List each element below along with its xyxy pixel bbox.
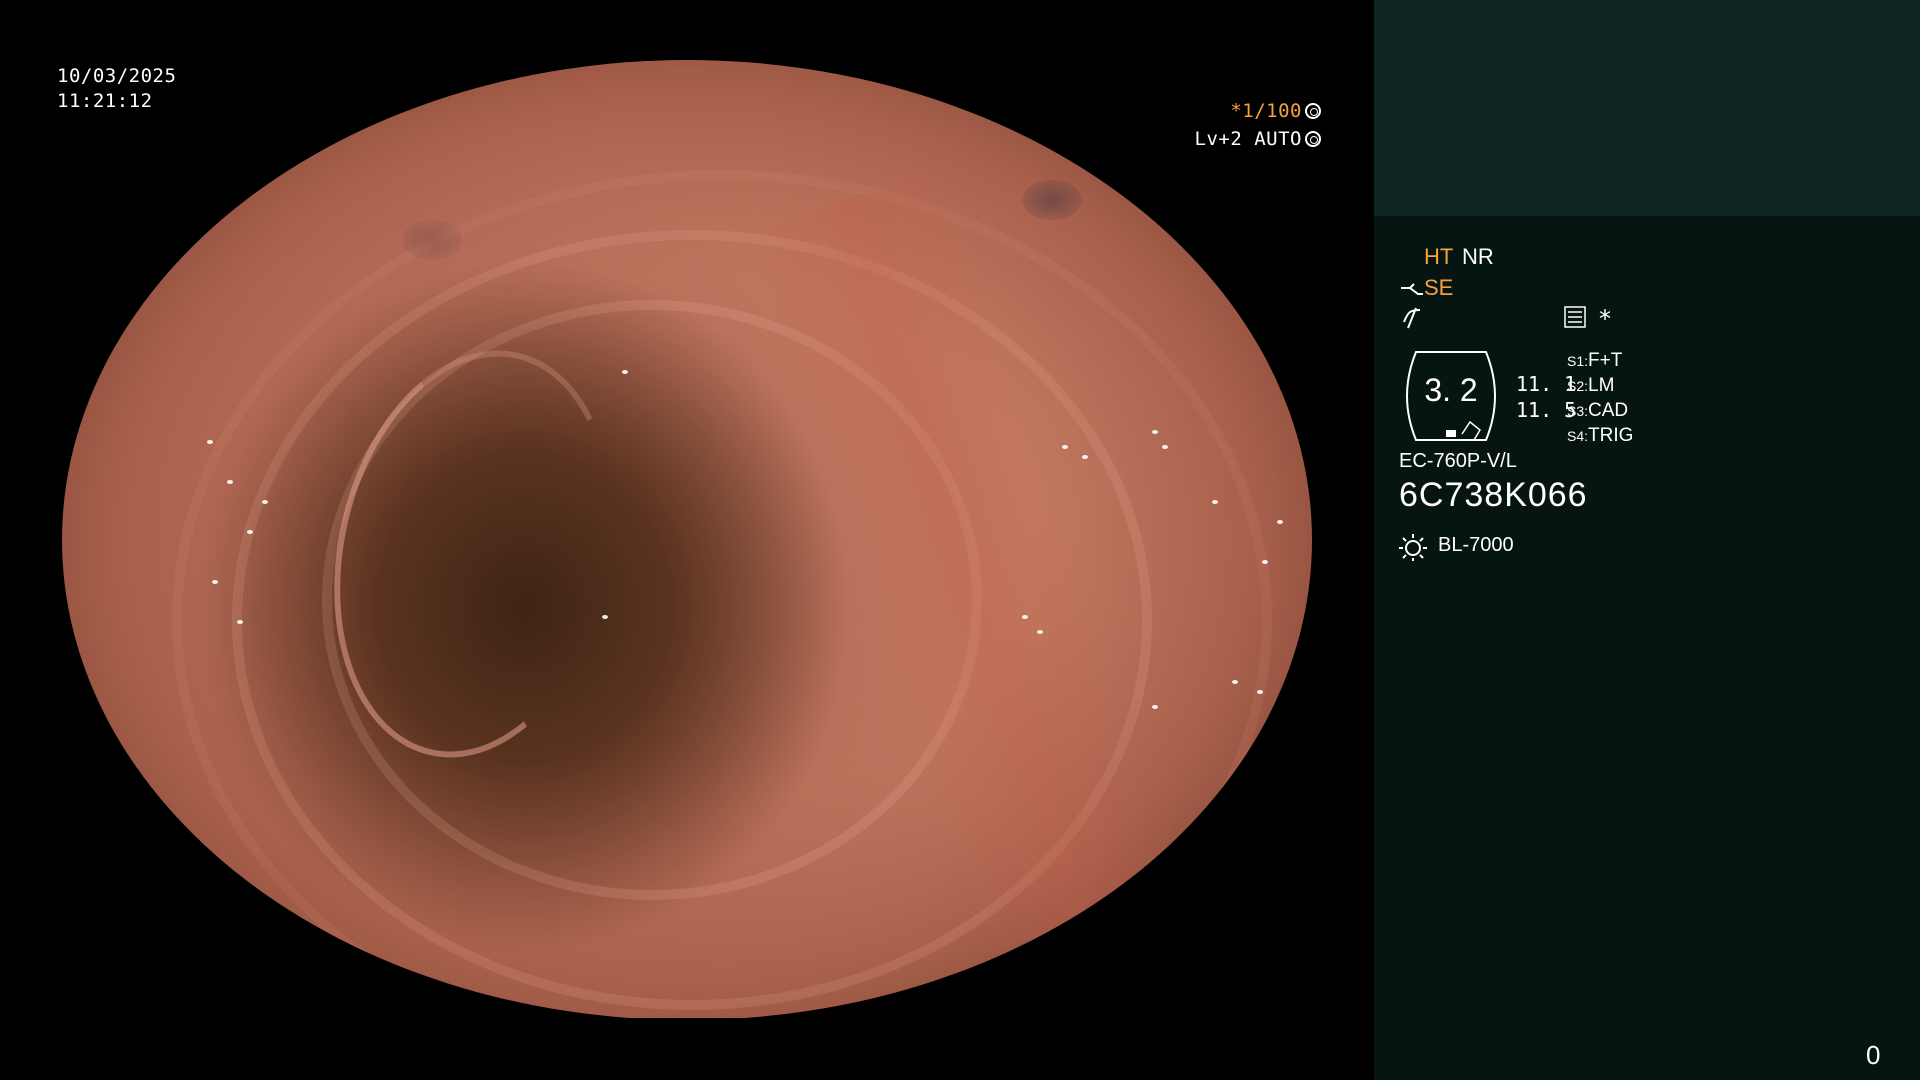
preset-key: S1: xyxy=(1567,353,1589,369)
ht-indicator: HT xyxy=(1424,244,1454,269)
iris-icon xyxy=(1305,131,1321,147)
specular-highlight xyxy=(1262,560,1268,564)
specular-highlight xyxy=(1152,705,1158,709)
specular-highlight xyxy=(1022,615,1028,619)
specular-highlight xyxy=(212,580,218,584)
asterisk-indicator: * xyxy=(1599,305,1611,333)
specular-highlight xyxy=(1162,445,1168,449)
specular-highlight xyxy=(1232,680,1238,684)
badge-value: 3. 2 xyxy=(1424,372,1478,408)
brightness-level: Lv+2 AUTO xyxy=(1195,127,1321,151)
specular-highlight xyxy=(1082,455,1088,459)
preset-key: S2: xyxy=(1567,378,1589,394)
preset-s3: S3:CAD xyxy=(1567,400,1628,422)
specular-highlight xyxy=(1062,445,1068,449)
se-indicator: SE xyxy=(1424,275,1454,300)
preset-value: TRIG xyxy=(1588,425,1634,446)
exam-date: 10/03/2025 xyxy=(57,65,177,87)
specular-highlight xyxy=(237,620,243,624)
specular-highlight xyxy=(1212,500,1218,504)
light-source-model: BL-7000 xyxy=(1438,534,1514,556)
image-counter: 0 xyxy=(1866,1040,1881,1070)
preset-key: S4: xyxy=(1567,428,1589,444)
endoscope-view: 10/03/2025 11:21:12 *1/100 Lv+2 AUTO xyxy=(0,0,1374,1080)
preset-s2: S2:LM xyxy=(1567,375,1614,397)
menu-icon xyxy=(1564,306,1586,328)
specular-highlight xyxy=(247,530,253,534)
exam-time: 11:21:12 xyxy=(57,90,153,112)
brightness-level-value: Lv+2 AUTO xyxy=(1194,128,1302,150)
specular-highlight xyxy=(1257,690,1263,694)
nr-indicator: NR xyxy=(1462,244,1494,269)
specular-highlight xyxy=(227,480,233,484)
specular-highlight xyxy=(602,615,608,619)
pigment-spot xyxy=(1022,180,1082,220)
preset-value: LM xyxy=(1588,375,1615,396)
preset-value: F+T xyxy=(1588,350,1623,371)
preset-value: CAD xyxy=(1588,400,1629,421)
shutter-speed-value: *1/100 xyxy=(1230,100,1302,122)
preset-key: S3: xyxy=(1567,403,1589,419)
scope-tip-icon xyxy=(1401,283,1423,295)
light-source-icon xyxy=(1399,534,1427,561)
shutter-speed: *1/100 xyxy=(1230,99,1321,123)
specular-highlight xyxy=(262,500,268,504)
fiber-icon xyxy=(1403,307,1421,329)
preset-s1: S1:F+T xyxy=(1567,350,1622,372)
specular-highlight xyxy=(207,440,213,444)
specular-highlight xyxy=(1037,630,1043,634)
aperture-icon xyxy=(1305,103,1321,119)
endoscopic-image xyxy=(62,60,1312,1020)
panel-header-area xyxy=(1374,0,1920,216)
preset-s4: S4:TRIG xyxy=(1567,425,1633,447)
scope-model: EC-760P-V/L xyxy=(1399,450,1517,472)
pigment-spot xyxy=(402,220,462,260)
specular-highlight xyxy=(1152,430,1158,434)
specular-highlight xyxy=(1277,520,1283,524)
info-panel: HT NR SE * 3. 2 11. 1 11. 5 S1:F+T S2:LM… xyxy=(1374,0,1920,1080)
specular-highlight xyxy=(622,370,628,374)
scope-serial: 6C738K066 xyxy=(1399,476,1588,514)
